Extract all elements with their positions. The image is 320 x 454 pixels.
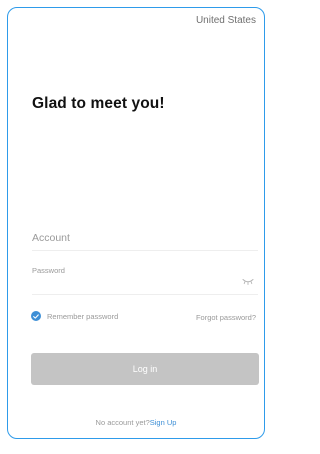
forgot-password-link[interactable]: Forgot password? (196, 313, 256, 322)
signup-link[interactable]: Sign Up (150, 418, 177, 427)
remember-password-label: Remember password (47, 311, 119, 321)
account-input[interactable] (32, 232, 258, 244)
login-screen: United States Glad to meet you! Remember… (7, 7, 265, 439)
checkmark-icon[interactable] (31, 311, 41, 321)
password-field-row (32, 260, 258, 295)
no-account-text: No account yet? (95, 418, 150, 427)
password-input[interactable] (32, 266, 232, 275)
login-button[interactable]: Log in (31, 353, 259, 385)
account-field-row (32, 228, 258, 251)
remember-password-toggle[interactable]: Remember password (31, 311, 118, 321)
region-selector[interactable]: United States (196, 15, 256, 26)
page-title: Glad to meet you! (32, 95, 165, 112)
eye-closed-icon[interactable] (242, 278, 254, 285)
signup-prompt: No account yet?Sign Up (8, 418, 264, 427)
